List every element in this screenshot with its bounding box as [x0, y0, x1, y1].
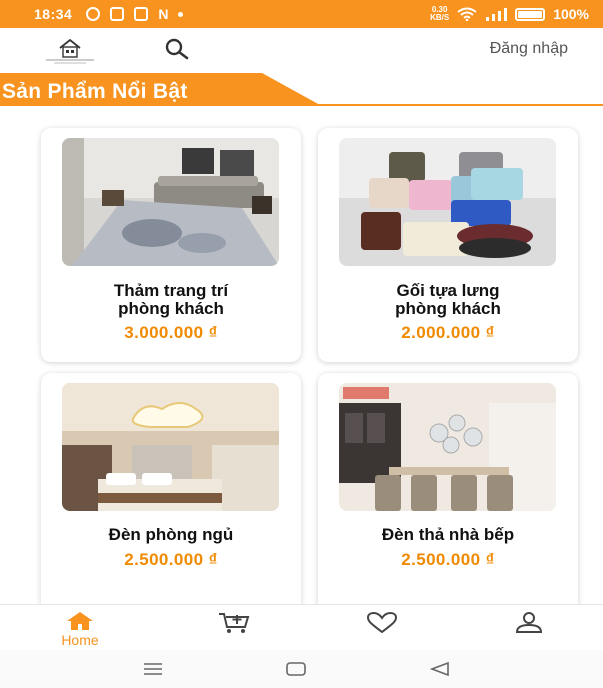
product-price: 2.500.000 ₫	[401, 550, 495, 569]
product-name-line: Thảm trang trí	[113, 281, 229, 300]
bottom-nav: Home	[0, 604, 603, 650]
messenger-icon	[86, 7, 101, 21]
product-name[interactable]: Thảm trang trí phòng khách	[49, 282, 293, 318]
cart-add-icon	[219, 613, 250, 633]
recent-apps-icon[interactable]	[142, 661, 164, 677]
more-notifications-dot-icon	[178, 11, 184, 17]
instagram-icon	[134, 7, 149, 21]
nav-home-label: Home	[61, 632, 99, 648]
status-bar: 18:34 N 0.30 KB/S 100%	[0, 0, 603, 28]
home-system-icon[interactable]	[285, 661, 307, 677]
network-speed: 0.30 KB/S	[430, 6, 449, 22]
house-logo-icon[interactable]	[44, 36, 96, 66]
battery-icon	[515, 7, 546, 21]
user-icon	[515, 612, 543, 633]
product-name-line: phòng khách	[395, 299, 501, 318]
system-nav-bar	[0, 650, 603, 688]
status-time: 18:34	[34, 6, 73, 22]
cushions-photo[interactable]	[339, 138, 556, 266]
wifi-icon	[457, 7, 477, 21]
product-price: 3.000.000 ₫	[124, 323, 218, 342]
product-name-line: phòng khách	[118, 299, 224, 318]
section-divider	[0, 104, 603, 106]
section-title: Sản Phẩm Nổi Bật	[2, 80, 188, 103]
back-icon[interactable]	[429, 661, 451, 677]
app-header: Đăng nhập	[0, 28, 603, 72]
product-name[interactable]: Đèn phòng ngủ	[49, 526, 293, 544]
nav-account[interactable]	[489, 605, 569, 651]
login-link[interactable]: Đăng nhập	[490, 40, 568, 58]
signal-icon	[486, 7, 508, 21]
search-icon[interactable]	[163, 37, 191, 61]
product-name[interactable]: Gối tựa lưng phòng khách	[326, 282, 570, 318]
product-card[interactable]: Gối tựa lưng phòng khách 2.000.000 ₫	[318, 128, 578, 362]
product-price: 2.000.000 ₫	[401, 323, 495, 342]
chat-app-icon	[110, 7, 125, 21]
battery-percent: 100%	[553, 6, 589, 22]
featured-section-header: Sản Phẩm Nổi Bật	[0, 73, 603, 107]
living-room-rug-photo[interactable]	[62, 138, 279, 266]
heart-icon	[366, 611, 398, 634]
product-name-line: Gối tựa lưng	[396, 281, 500, 300]
home-icon	[67, 612, 93, 630]
nav-home[interactable]: Home	[40, 605, 120, 651]
kitchen-pendant-light-photo[interactable]	[339, 383, 556, 511]
network-speed-unit: KB/S	[430, 13, 450, 22]
bedroom-ceiling-light-photo[interactable]	[62, 383, 279, 511]
notification-icons: N	[86, 6, 184, 22]
product-card[interactable]: Thảm trang trí phòng khách 3.000.000 ₫	[41, 128, 301, 362]
product-card[interactable]: Đèn phòng ngủ 2.500.000 ₫	[41, 373, 301, 613]
product-price: 2.500.000 ₫	[124, 550, 218, 569]
product-name-line: Đèn thả nhà bếp	[381, 525, 515, 544]
nav-cart[interactable]	[194, 605, 274, 651]
product-name[interactable]: Đèn thả nhà bếp	[326, 526, 570, 544]
product-name-line: Đèn phòng ngủ	[108, 525, 234, 544]
nav-favorites[interactable]	[342, 605, 422, 651]
product-card[interactable]: Đèn thả nhà bếp 2.500.000 ₫	[318, 373, 578, 613]
n-app-icon: N	[158, 6, 169, 22]
